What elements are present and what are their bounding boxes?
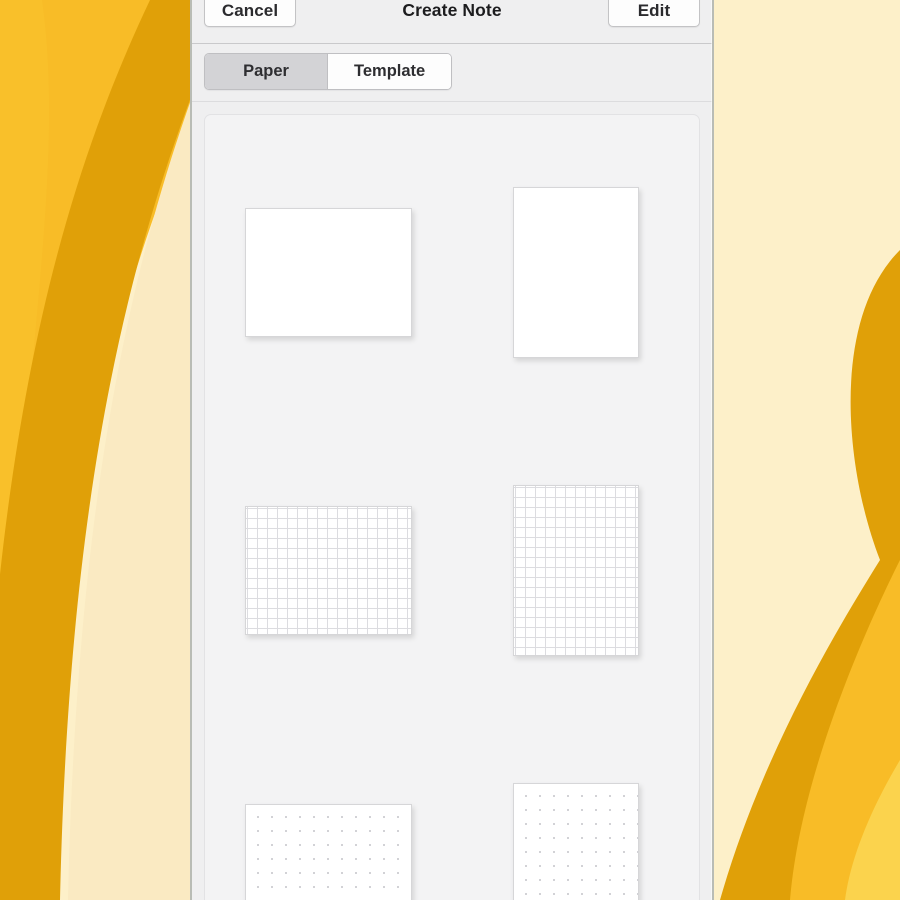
- paper-cell[interactable]: [205, 123, 452, 421]
- paper-thumbnail-blank-portrait[interactable]: [512, 186, 639, 358]
- screen: Cancel Create Note Edit Paper Template: [0, 0, 900, 900]
- segment-template[interactable]: Template: [328, 54, 452, 89]
- paper-grid: [205, 123, 699, 900]
- paper-thumbnail-dotted-landscape[interactable]: [245, 803, 412, 900]
- paper-thumbnail-grid-portrait[interactable]: [512, 484, 639, 656]
- paper-picker-card: [204, 114, 700, 900]
- paper-cell[interactable]: [452, 123, 699, 421]
- segment-paper[interactable]: Paper: [205, 54, 328, 89]
- paper-thumbnail-blank-landscape[interactable]: [245, 207, 412, 337]
- paper-cell[interactable]: [452, 421, 699, 719]
- paper-cell[interactable]: [205, 421, 452, 719]
- paper-cell[interactable]: [452, 719, 699, 900]
- modal-toolbar: Cancel Create Note Edit: [192, 0, 712, 44]
- paper-cell[interactable]: [205, 719, 452, 900]
- segmented-control-row: Paper Template: [192, 44, 712, 102]
- paper-template-segmented-control[interactable]: Paper Template: [204, 53, 453, 90]
- cancel-button[interactable]: Cancel: [204, 0, 296, 27]
- create-note-modal: Cancel Create Note Edit Paper Template: [190, 0, 714, 900]
- paper-picker-scroll-area[interactable]: [192, 102, 712, 900]
- edit-button[interactable]: Edit: [608, 0, 700, 27]
- paper-thumbnail-dotted-portrait[interactable]: [512, 782, 639, 900]
- paper-thumbnail-grid-landscape[interactable]: [245, 505, 412, 635]
